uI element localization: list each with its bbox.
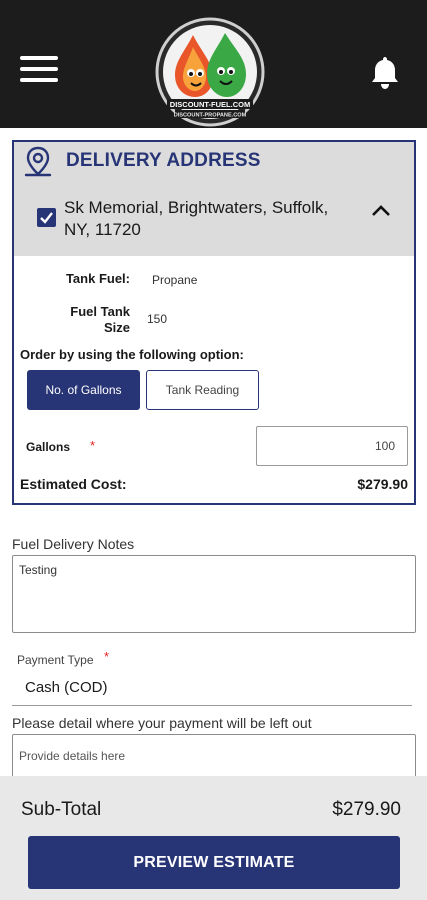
- address-line1: Sk Memorial, Brightwaters, Suffolk,: [64, 198, 329, 217]
- subtotal-label: Sub-Total: [21, 799, 102, 820]
- payment-required-mark: *: [104, 649, 110, 664]
- gallons-label: Gallons: [26, 440, 71, 454]
- gallons-required-mark: *: [90, 438, 96, 453]
- delivery-address-header: DELIVERY ADDRESS Sk Memorial, Brightwate…: [14, 142, 414, 256]
- gallons-input[interactable]: 100: [256, 426, 408, 466]
- brand-logo: DISCOUNT-FUEL.COM DISCOUNT-PROPANE.COM: [155, 17, 265, 127]
- delivery-address-card: DELIVERY ADDRESS Sk Memorial, Brightwate…: [12, 140, 416, 505]
- tank-size-label-line2: Size: [103, 320, 130, 335]
- bell-icon[interactable]: [369, 54, 401, 90]
- subtotal-footer: Sub-Total $279.90 PREVIEW ESTIMATE: [0, 776, 427, 900]
- tank-size-value: 150: [147, 312, 168, 326]
- payment-type-underline: [12, 705, 412, 706]
- payment-type-select[interactable]: Cash (COD): [25, 679, 108, 696]
- tank-fuel-value: Propane: [152, 273, 198, 287]
- estimated-cost-label: Estimated Cost:: [20, 476, 127, 492]
- order-option-label: Order by using the following option:: [20, 347, 244, 362]
- tank-fuel-label: Tank Fuel:: [65, 271, 130, 286]
- logo-line2: DISCOUNT-PROPANE.COM: [174, 113, 247, 119]
- tank-size-label-line1: Fuel Tank: [70, 304, 130, 319]
- delivery-notes-textarea[interactable]: Testing: [12, 555, 416, 633]
- map-pin-icon: [24, 146, 52, 177]
- chevron-up-icon[interactable]: [370, 202, 392, 218]
- app-header: DISCOUNT-FUEL.COM DISCOUNT-PROPANE.COM: [0, 0, 427, 128]
- checkmark-icon: [40, 212, 53, 224]
- tank-reading-option-button[interactable]: Tank Reading: [146, 370, 259, 410]
- payment-type-label: Payment Type: [17, 653, 94, 667]
- address-line2: NY, 11720: [64, 220, 141, 239]
- delivery-notes-label: Fuel Delivery Notes: [12, 536, 135, 552]
- subtotal-value: $279.90: [332, 799, 401, 820]
- estimated-cost-value: $279.90: [357, 476, 408, 492]
- logo-line1: DISCOUNT-FUEL.COM: [170, 100, 250, 109]
- gallons-option-button[interactable]: No. of Gallons: [27, 370, 140, 410]
- delivery-address-title: DELIVERY ADDRESS: [66, 150, 261, 171]
- address-checkbox[interactable]: [37, 208, 56, 227]
- hamburger-menu-icon[interactable]: [20, 56, 58, 86]
- tank-size-label: Fuel Tank Size: [34, 304, 130, 336]
- preview-estimate-button[interactable]: PREVIEW ESTIMATE: [28, 836, 400, 889]
- payment-detail-label: Please detail where your payment will be…: [12, 715, 312, 731]
- delivery-address-text: Sk Memorial, Brightwaters, Suffolk, NY, …: [64, 197, 364, 241]
